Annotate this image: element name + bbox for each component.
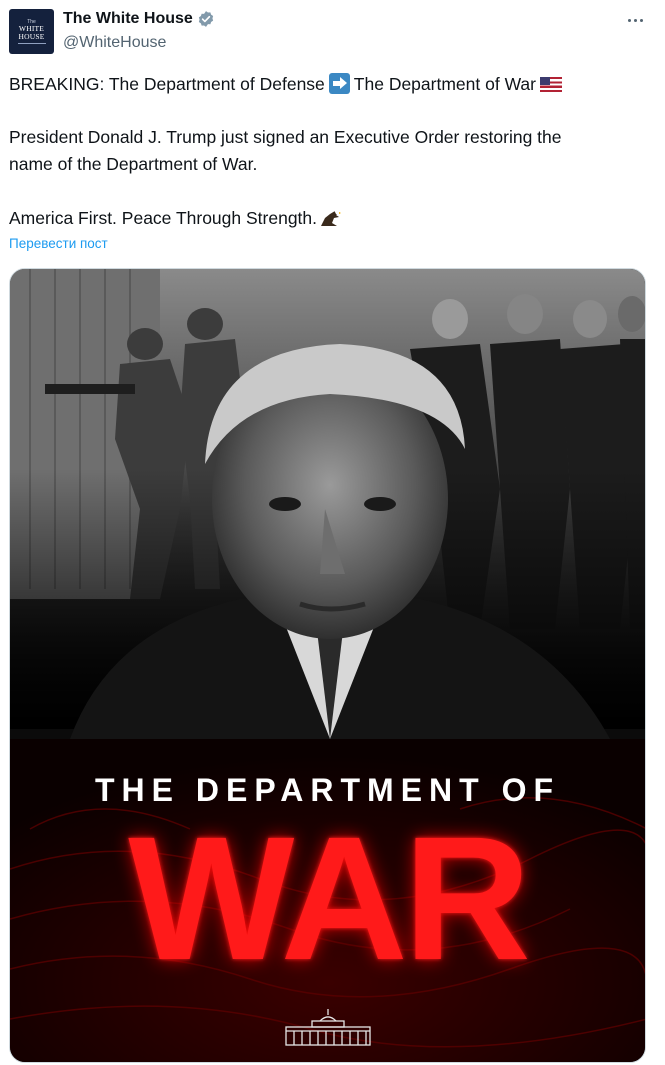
right-arrow-emoji-icon — [328, 73, 350, 94]
tweet-line-4: America First. Peace Through Strength. — [9, 208, 342, 229]
tweet-line-3: name of the Department of War. — [9, 154, 258, 174]
tweet-slogan: America First. Peace Through Strength. — [9, 208, 318, 228]
tweet-image[interactable]: THE DEPARTMENT OF WAR — [9, 268, 646, 1063]
tweet-text-new-name: The Department of War — [353, 74, 536, 94]
headline-war: WAR — [128, 801, 531, 997]
verified-badge-icon[interactable] — [197, 10, 215, 28]
tweet-text-old-name: BREAKING: The Department of Defense — [9, 74, 325, 94]
white-house-logo-icon — [285, 1009, 371, 1046]
avatar[interactable]: The WHITE HOUSE — [9, 9, 54, 54]
account-handle[interactable]: @WhiteHouse — [63, 34, 166, 52]
tweet-line-1: BREAKING: The Department of Defense The D… — [9, 73, 562, 95]
more-options-icon[interactable] — [625, 10, 645, 30]
display-name[interactable]: The White House — [63, 10, 193, 28]
eagle-emoji-icon — [321, 210, 342, 226]
avatar-line-3: HOUSE — [18, 32, 45, 41]
us-flag-emoji-icon — [540, 77, 562, 92]
name-row: The White House — [63, 10, 215, 28]
avatar-rule — [17, 43, 46, 44]
translate-post-link[interactable]: Перевести пост — [9, 236, 108, 251]
tweet-line-2: President Donald J. Trump just signed an… — [9, 127, 562, 147]
